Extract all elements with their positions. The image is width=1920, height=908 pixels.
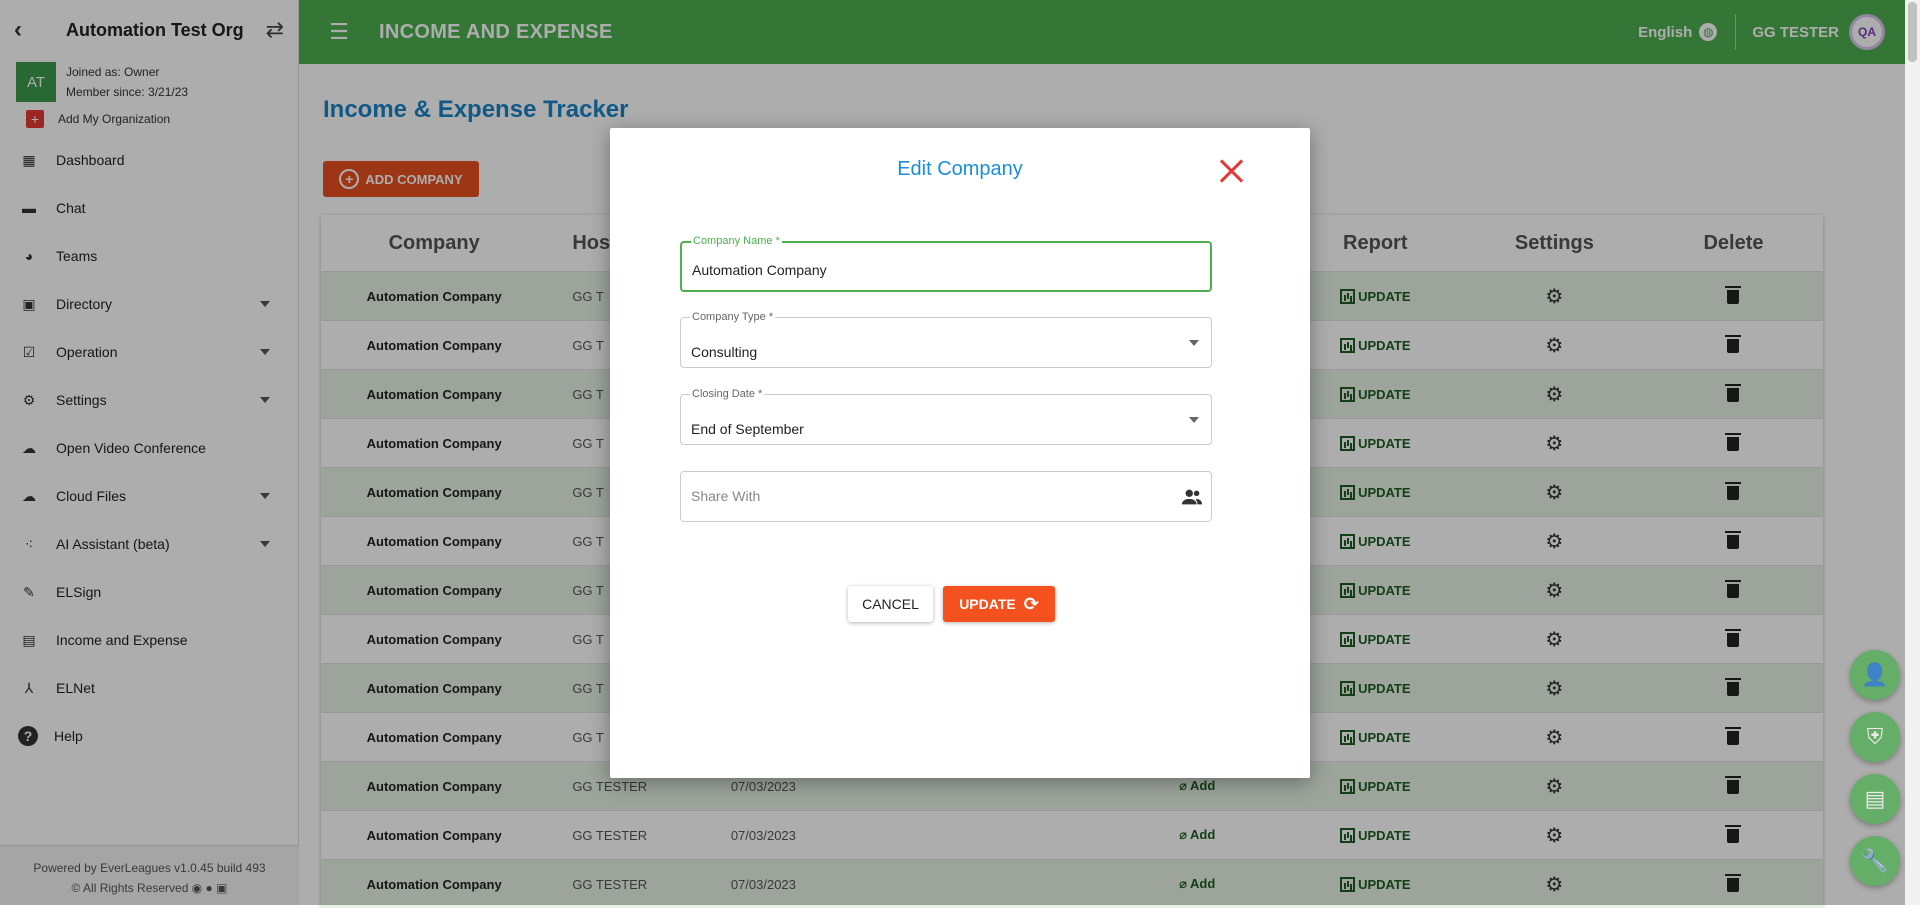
company-type-select[interactable]: Company Type * Consulting [680, 311, 1212, 368]
company-name-field[interactable]: Company Name * Automation Company [680, 235, 1212, 292]
add-person-fab-icon[interactable]: 👤 [1850, 650, 1900, 700]
wrench-fab-icon[interactable]: 🔧 [1850, 836, 1900, 886]
company-type-value: Consulting [691, 344, 758, 360]
company-type-label: Company Type * [690, 311, 776, 323]
closing-date-value: End of September [691, 421, 804, 437]
cancel-button[interactable]: CANCEL [848, 586, 933, 622]
company-name-label: Company Name * [691, 235, 782, 247]
closing-date-select[interactable]: Closing Date * End of September [680, 388, 1212, 445]
chevron-down-icon [1189, 340, 1199, 346]
share-with-placeholder: Share With [691, 488, 761, 504]
people-icon[interactable] [1181, 486, 1203, 508]
badge-fab-icon[interactable]: ▤ [1850, 774, 1900, 824]
closing-date-label: Closing Date * [690, 388, 765, 400]
update-label: UPDATE [959, 596, 1016, 612]
dialog-title: Edit Company [897, 158, 1023, 180]
update-button[interactable]: UPDATE ⟳ [943, 586, 1055, 622]
edit-company-dialog: Edit Company Company Name * Automation C… [610, 128, 1310, 778]
chevron-down-icon [1189, 417, 1199, 423]
share-with-field[interactable]: Share With [680, 471, 1212, 522]
shield-fab-icon[interactable]: ⛨ [1850, 712, 1900, 762]
scrollbar-thumb[interactable] [1908, 2, 1917, 62]
company-name-value[interactable]: Automation Company [692, 262, 827, 278]
page-scrollbar[interactable] [1905, 0, 1920, 905]
sync-icon: ⟳ [1023, 593, 1039, 614]
close-icon[interactable] [1214, 154, 1248, 188]
